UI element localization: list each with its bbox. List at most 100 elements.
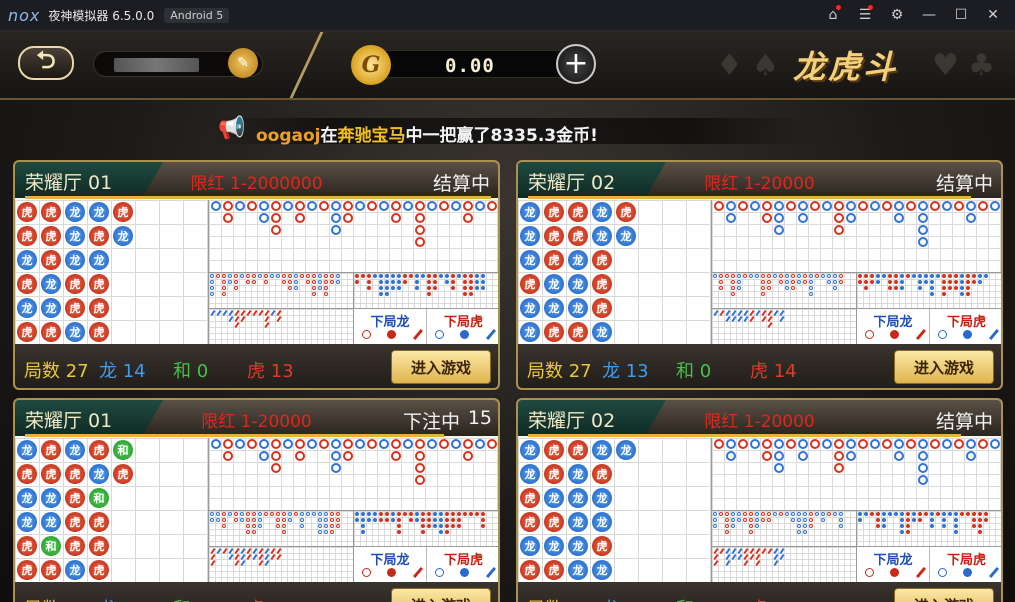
bead-dragon: 龙 <box>592 488 612 508</box>
road-dot <box>888 280 892 284</box>
back-arrow-icon: ⮌ <box>36 45 56 74</box>
road-ring <box>737 280 741 284</box>
road-ring <box>743 274 747 278</box>
road-ring <box>773 274 777 278</box>
road-slash <box>228 553 234 561</box>
road-ring <box>797 530 801 534</box>
bet-limit: 限红 1-2000000 <box>190 174 323 194</box>
road-ring <box>324 518 328 522</box>
road-dot <box>463 274 467 278</box>
big-eye-road <box>353 510 498 546</box>
big-road-tiger <box>906 201 916 211</box>
road-dot <box>385 292 389 296</box>
road-ring <box>725 512 729 516</box>
road-ring <box>737 518 741 522</box>
road-dot <box>403 280 407 284</box>
predict-dragon-button[interactable]: 下局龙 <box>857 309 930 345</box>
road-board: 龙虎龙龙虎虎虎虎龙龙和虎龙虎虎虎虎龙虎龙和虎虎虎和虎下局龙 下局虎 <box>15 438 498 583</box>
road-dot <box>397 518 401 522</box>
road-dot <box>954 280 958 284</box>
bead-tiger: 虎 <box>17 226 37 246</box>
ring-icon <box>865 568 874 577</box>
road-slash <box>222 547 228 555</box>
big-road-tiger <box>343 439 353 449</box>
road-dot <box>936 274 940 278</box>
road-dot <box>954 286 958 290</box>
menu-icon[interactable]: ☰ <box>849 0 881 30</box>
road-ring <box>839 518 843 522</box>
road-board: 虎虎龙虎龙虎虎虎虎龙龙虎龙龙龙虎虎龙龙虎龙虎虎虎虎龙下局龙 下局虎 <box>15 200 498 345</box>
big-road-tiger <box>271 213 281 223</box>
emulator-window: nox 夜神模拟器 6.5.0.0 Android 5 ⌂ ☰ ⚙ — ☐ ✕ … <box>0 0 1015 602</box>
gear-icon[interactable]: ⚙ <box>881 0 913 30</box>
road-dot <box>415 286 419 290</box>
add-coins-button[interactable]: + <box>556 44 596 84</box>
predict-tiger-button[interactable]: 下局虎 <box>930 547 1001 583</box>
slash-icon <box>915 566 927 579</box>
road-ring <box>312 292 316 296</box>
road-ring <box>749 530 753 534</box>
big-road-dragon <box>379 439 389 449</box>
big-road <box>711 200 1001 272</box>
road-dot <box>942 524 946 528</box>
road-ring <box>276 518 280 522</box>
predict-tiger-button[interactable]: 下局虎 <box>427 547 498 583</box>
road-slash <box>258 309 264 317</box>
road-slash <box>731 315 737 323</box>
predict-dragon-button[interactable]: 下局龙 <box>354 547 427 583</box>
road-ring <box>246 524 250 528</box>
big-road-dragon <box>846 201 856 211</box>
road-ring <box>240 274 244 278</box>
road-ring <box>330 280 334 284</box>
bead-tiger: 虎 <box>65 274 85 294</box>
close-icon[interactable]: ✕ <box>977 0 1009 30</box>
road-ring <box>288 274 292 278</box>
road-ring <box>791 512 795 516</box>
room-card-4[interactable]: 荣耀厅 02 限红 1-20000 结算中龙龙虎虎龙虎虎虎龙虎龙虎虎龙龙龙龙龙龙虎龙… <box>516 398 1003 602</box>
predict-tiger-button[interactable]: 下局虎 <box>427 309 498 345</box>
road-dot <box>966 292 970 296</box>
road-dot <box>391 280 395 284</box>
road-ring <box>222 274 226 278</box>
minimize-icon[interactable]: — <box>913 0 945 30</box>
round-progress-bar <box>528 196 971 199</box>
road-dot <box>954 274 958 278</box>
big-road-tiger <box>295 439 305 449</box>
predict-dragon-button[interactable]: 下局龙 <box>857 547 930 583</box>
bead-tiger: 虎 <box>65 536 85 556</box>
predict-tiger-button[interactable]: 下局虎 <box>930 309 1001 345</box>
room-card-2[interactable]: 荣耀厅 02 限红 1-20000 结算中龙龙龙虎龙龙虎虎虎龙龙虎虎虎龙龙龙虎龙龙虎… <box>516 160 1003 390</box>
back-button[interactable]: ⮌ <box>18 46 74 80</box>
enter-game-button[interactable]: 进入游戏 <box>894 588 994 602</box>
road-dot <box>421 524 425 528</box>
room-card-1[interactable]: 荣耀厅 01 限红 1-2000000 结算中虎虎龙虎龙虎虎虎虎龙龙虎龙龙龙虎虎龙龙… <box>13 160 500 390</box>
road-dot <box>367 274 371 278</box>
bead-tiger: 虎 <box>65 512 85 532</box>
road-dot <box>439 274 443 278</box>
bead-tiger: 虎 <box>17 464 37 484</box>
big-road-dragon <box>942 201 952 211</box>
bead-tiger: 虎 <box>17 560 37 580</box>
road-dot <box>361 274 365 278</box>
road-board: 龙龙龙虎龙龙虎虎虎龙龙虎虎虎龙龙龙虎龙龙虎虎虎龙虎龙下局龙 下局虎 <box>518 200 1001 345</box>
predict-tiger-marks <box>435 328 497 341</box>
road-ring <box>336 518 340 522</box>
room-card-3[interactable]: 荣耀厅 01 限红 1-20000 15 下注中龙虎龙龙虎虎虎虎龙龙和虎龙虎虎虎虎龙虎… <box>13 398 500 602</box>
big-road-dragon <box>451 439 461 449</box>
enter-game-button[interactable]: 进入游戏 <box>391 588 491 602</box>
road-dot <box>463 512 467 516</box>
maximize-icon[interactable]: ☐ <box>945 0 977 30</box>
next-round-prediction: 下局龙 下局虎 <box>856 308 1001 345</box>
road-ring <box>785 512 789 516</box>
predict-dragon-button[interactable]: 下局龙 <box>354 309 427 345</box>
road-dot <box>463 280 467 284</box>
road-ring <box>839 280 843 284</box>
enter-game-button[interactable]: 进入游戏 <box>391 350 491 384</box>
enter-game-button[interactable]: 进入游戏 <box>894 350 994 384</box>
edit-icon[interactable]: ✎ <box>228 48 258 78</box>
road-ring <box>222 512 226 516</box>
road-dot <box>978 512 982 516</box>
road-slash <box>264 559 270 567</box>
big-road-tiger <box>295 213 305 223</box>
home-icon[interactable]: ⌂ <box>817 0 849 30</box>
